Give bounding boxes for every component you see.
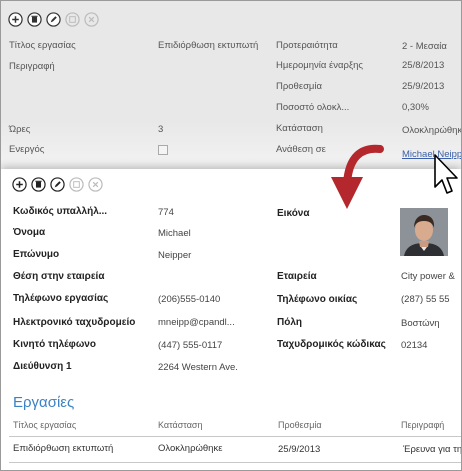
- priority-value[interactable]: 2 - Μεσαία: [402, 41, 447, 52]
- percent-complete-label: Ποσοστό ολοκλ...: [276, 102, 350, 113]
- table-header-divider: [9, 436, 461, 437]
- company-label: Εταιρεία: [277, 271, 317, 282]
- delete-button[interactable]: [31, 177, 46, 192]
- home-phone-label: Τηλέφωνο οικίας: [277, 294, 358, 305]
- city-label: Πόλη: [277, 317, 302, 328]
- last-name-label: Επώνυμο: [13, 249, 60, 260]
- first-name-label: Όνομα: [13, 227, 46, 238]
- column-header-status[interactable]: Κατάσταση: [158, 420, 202, 430]
- task-toolbar: [8, 12, 99, 27]
- hours-value[interactable]: 3: [158, 124, 163, 135]
- zip-code-value[interactable]: 02134: [401, 340, 427, 351]
- active-label: Ενεργός: [9, 144, 45, 155]
- cell-due-date: 25/9/2013: [278, 444, 321, 455]
- picture-label: Εικόνα: [277, 208, 310, 219]
- employee-id-label: Κωδικός υπαλλήλ...: [13, 206, 108, 217]
- email-value[interactable]: mneipp@cpandl...: [158, 317, 235, 328]
- cancel-icon: [88, 177, 103, 192]
- percent-complete-value[interactable]: 0,30%: [402, 102, 429, 113]
- company-value[interactable]: City power &: [401, 271, 455, 282]
- zip-code-label: Ταχυδρομικός κώδικας: [277, 339, 386, 350]
- hours-label: Ώρες: [9, 124, 31, 135]
- first-name-value[interactable]: Michael: [158, 228, 191, 239]
- last-name-value[interactable]: Neipper: [158, 250, 191, 261]
- delete-button[interactable]: [27, 12, 42, 27]
- save-button[interactable]: [69, 177, 84, 192]
- start-date-label: Ημερομηνία έναρξης: [276, 60, 364, 71]
- employee-toolbar: [12, 177, 103, 192]
- due-date-label: Προθεσμία: [276, 81, 323, 92]
- window-frame: Τίτλος εργασίας Επιδιόρθωση εκτυπωτή Περ…: [0, 0, 462, 471]
- save-button[interactable]: [65, 12, 80, 27]
- delete-icon: [27, 12, 42, 27]
- cancel-icon: [84, 12, 99, 27]
- position-label: Θέση στην εταιρεία: [13, 271, 105, 282]
- save-icon: [65, 12, 80, 27]
- mouse-pointer-icon: [434, 154, 458, 194]
- add-icon: [8, 12, 23, 27]
- save-icon: [69, 177, 84, 192]
- tasks-section-heading: Εργασίες: [13, 394, 75, 411]
- cancel-button[interactable]: [88, 177, 103, 192]
- cell-description: Έρευνα για τη: [403, 444, 462, 455]
- cell-status: Ολοκληρώθηκε: [158, 443, 223, 454]
- mobile-phone-label: Κινητό τηλέφωνο: [13, 339, 96, 350]
- task-title-value[interactable]: Επιδιόρθωση εκτυπωτή: [158, 40, 258, 51]
- email-label: Ηλεκτρονικό ταχυδρομείο: [13, 317, 136, 328]
- mobile-phone-value[interactable]: (447) 555-0117: [158, 340, 222, 351]
- work-phone-label: Τηλέφωνο εργασίας: [13, 293, 109, 304]
- edit-button[interactable]: [50, 177, 65, 192]
- status-label: Κατάσταση: [276, 123, 323, 134]
- description-label: Περιγραφή: [9, 61, 55, 72]
- priority-label: Προτεραιότητα: [276, 40, 338, 51]
- active-checkbox[interactable]: [158, 145, 168, 155]
- add-icon: [12, 177, 27, 192]
- cell-title: Επιδιόρθωση εκτυπωτή: [13, 443, 114, 454]
- address-value[interactable]: 2264 Western Ave.: [158, 362, 238, 373]
- start-date-value[interactable]: 25/8/2013: [402, 60, 444, 71]
- edit-icon: [46, 12, 61, 27]
- assigned-to-label: Ανάθεση σε: [276, 144, 326, 155]
- task-form-fade: [1, 121, 461, 171]
- column-header-title[interactable]: Τίτλος εργασίας: [13, 420, 76, 430]
- employee-id-value[interactable]: 774: [158, 207, 174, 218]
- cancel-button[interactable]: [84, 12, 99, 27]
- column-header-due-date[interactable]: Προθεσμία: [278, 420, 322, 430]
- work-phone-value[interactable]: (206)555-0140: [158, 294, 220, 305]
- address-label: Διεύθυνση 1: [13, 361, 72, 372]
- employee-photo: [400, 208, 448, 256]
- table-row-divider: [9, 462, 461, 463]
- delete-icon: [31, 177, 46, 192]
- column-header-description[interactable]: Περιγραφή: [401, 420, 444, 430]
- edit-button[interactable]: [46, 12, 61, 27]
- task-title-label: Τίτλος εργασίας: [9, 40, 76, 51]
- status-value[interactable]: Ολοκληρώθηκε: [402, 125, 461, 136]
- add-button[interactable]: [8, 12, 23, 27]
- add-button[interactable]: [12, 177, 27, 192]
- due-date-value[interactable]: 25/9/2013: [402, 81, 444, 92]
- home-phone-value[interactable]: (287) 55 55: [401, 294, 450, 305]
- edit-icon: [50, 177, 65, 192]
- city-value[interactable]: Βοστώνη: [401, 318, 440, 329]
- curved-arrow-icon: [331, 144, 384, 209]
